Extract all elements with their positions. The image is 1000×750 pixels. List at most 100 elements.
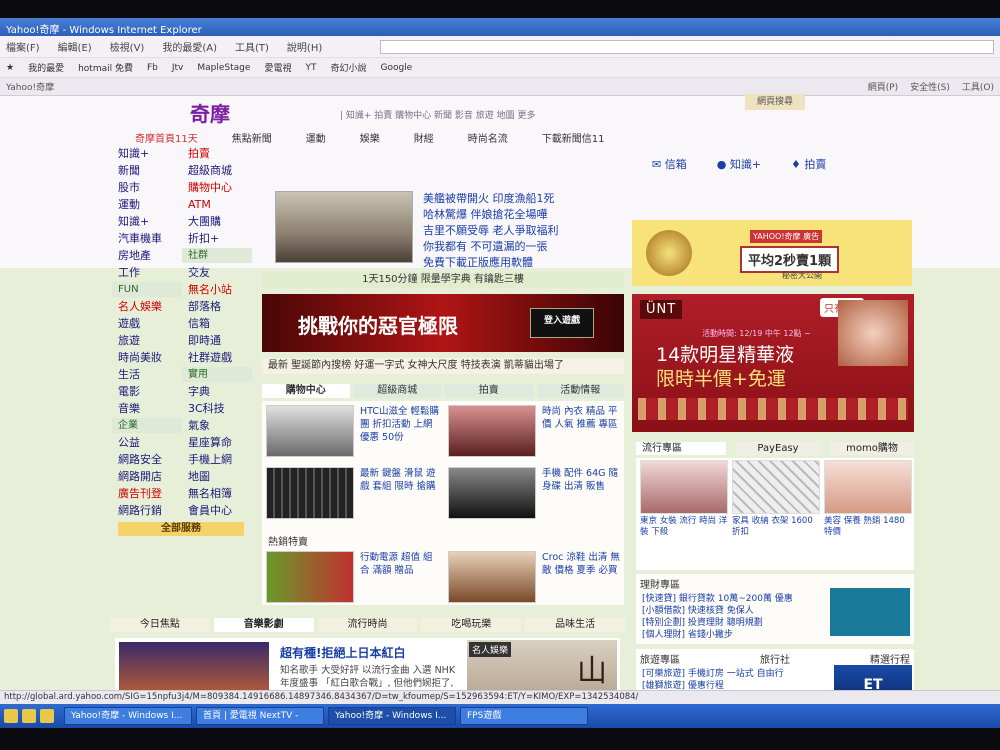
shop-item[interactable]: 最新 鍵盤 滑鼠 遊戲 套組 限時 搶購 [262,463,442,521]
nav-link[interactable]: 娛樂 [360,130,380,145]
nav-link[interactable]: 時尚名流 [468,130,508,145]
service-link[interactable]: 網路行銷 [112,503,182,518]
service-link[interactable]: 字典 [182,384,252,399]
taskbar-window[interactable]: FPS遊戲 [460,707,588,725]
promo-strip[interactable]: 1天150分鐘 限量學字典 有鑰匙三樓 [262,272,624,288]
service-link[interactable]: 網路開店 [112,469,182,484]
service-link[interactable]: ATM [182,197,252,212]
tab-music-drama[interactable]: 音樂影劇 [213,618,314,632]
fav-link[interactable]: 愛電視 [264,61,291,74]
finance-link[interactable]: [快速貸] 銀行貸款 10萬~200萬 優惠 [642,593,826,605]
service-link[interactable]: 時尚美妝 [112,350,182,365]
all-services-button[interactable]: 全部服務 [118,522,244,536]
nav-link[interactable]: 奇摩首頁11天 [135,130,198,145]
mail-link[interactable]: ✉ 信箱 [652,156,687,176]
service-link[interactable]: 旅遊 [112,333,182,348]
service-link[interactable]: 社群遊戲 [182,350,252,365]
shop-item[interactable]: 手機 配件 64G 隨身碟 出清 販售 [444,463,624,521]
shop-item[interactable]: 時尚 內衣 精品 平價 人氣 推薦 專區 [444,401,624,459]
fav-link[interactable]: hotmail 免費 [78,61,133,74]
tab-events[interactable]: 活動情報 [536,384,624,398]
menu-file[interactable]: 檔案(F) [6,39,40,54]
fashion-item[interactable]: 東京 女裝 流行 時尚 洋裝 下殺 [640,460,728,538]
news-headline[interactable]: 免費下載正版應用軟體 [423,255,559,271]
menu-view[interactable]: 檢視(V) [110,39,145,54]
finance-link[interactable]: [個人理財] 省錢小撇步 [642,629,826,641]
service-link[interactable]: 實用 [182,367,252,382]
search-links[interactable]: | 知識+ 拍賣 購物中心 新聞 影音 旅遊 地圖 更多 [340,108,535,121]
answers-link[interactable]: ● 知識+ [717,156,761,176]
service-link[interactable]: 交友 [182,265,252,280]
tab-mall[interactable]: 超級商城 [353,384,441,398]
service-link[interactable]: 部落格 [182,299,252,314]
fashion-item[interactable]: 家具 收納 衣架 1600 折扣 [732,460,820,538]
tab-shopping-center[interactable]: 購物中心 [262,384,350,398]
fav-link[interactable]: Google [380,63,412,73]
auction-link[interactable]: ♦ 拍賣 [791,156,826,176]
hot-keywords[interactable]: 最新 聖誕節內搜榜 好運一字式 女神大尺度 特技表演 凱蒂貓出場了 [262,358,624,374]
fav-link[interactable]: Fb [147,63,158,73]
fav-link[interactable]: Jtv [172,63,184,73]
game-ad-banner[interactable]: 挑戰你的惡官極限 登入遊戲 [262,294,624,352]
feature-title[interactable]: 超有種!拒絕上日本紅白 [280,644,405,661]
service-link[interactable]: 地圖 [182,469,252,484]
fav-link[interactable]: YT [305,63,316,73]
service-link[interactable]: 超級商城 [182,163,252,178]
kiwi-ad[interactable]: YAHOO!奇摩 廣告 平均2秒賣1顆 秘密大公開 [632,220,912,286]
menu-favorites[interactable]: 我的最愛(A) [162,39,217,54]
service-link[interactable]: 無名相簿 [182,486,252,501]
tools-menu[interactable]: 工具(O) [962,80,994,93]
service-link[interactable]: 即時通 [182,333,252,348]
fav-link[interactable]: MapleStage [197,63,250,73]
tab-lifestyle[interactable]: 品味生活 [525,618,625,632]
service-link[interactable]: 購物中心 [182,180,252,195]
yahoo-logo[interactable]: 奇摩 [190,98,230,127]
service-link[interactable]: 遊戲 [112,316,182,331]
browser-tab[interactable]: Yahoo!奇摩 [6,80,54,93]
service-link[interactable]: 會員中心 [182,503,252,518]
service-link[interactable]: 電影 [112,384,182,399]
news-headline[interactable]: 你我都有 不可遺漏的一張 [423,239,559,255]
service-link[interactable]: 工作 [112,265,182,280]
service-link[interactable]: 生活 [112,367,182,382]
service-link[interactable]: 網路安全 [112,452,182,467]
service-link[interactable]: 折扣+ [182,231,252,246]
news-headline[interactable]: 吉里不願受辱 老人爭取福利 [423,223,559,239]
news-headline[interactable]: 哈林驚爆 伴娘搶花全場嘩 [423,207,559,223]
service-link[interactable]: 無名小站 [182,282,252,297]
travel-featured-link[interactable]: 精選行程 [870,651,910,666]
menu-help[interactable]: 說明(H) [287,39,322,54]
nav-link[interactable]: 焦點新聞 [232,130,272,145]
shop-item[interactable]: Croc 涼鞋 出清 無敵 價格 夏季 必買 [444,547,624,605]
nav-link[interactable]: 財經 [414,130,434,145]
web-search-button[interactable]: 網頁搜尋 [745,94,805,110]
page-menu[interactable]: 網頁(P) [868,80,898,93]
service-link[interactable]: FUN [112,282,182,297]
fashion-item[interactable]: 美容 保養 熱銷 1480 特價 [824,460,912,538]
service-link[interactable]: 房地產 [112,248,182,263]
service-link[interactable]: 音樂 [112,401,182,416]
service-link[interactable]: 知識+ [112,214,182,229]
service-link[interactable]: 企業 [112,418,182,433]
fav-link[interactable]: 我的最愛 [28,61,64,74]
media-icon[interactable] [40,709,54,723]
folder-icon[interactable] [22,709,36,723]
service-link[interactable]: 公益 [112,435,182,450]
service-link[interactable]: 廣告刊登 [112,486,182,501]
service-link[interactable]: 知識+ [112,146,182,161]
finance-link[interactable]: [小額借款] 快速核貸 免保人 [642,605,826,617]
service-link[interactable]: 新聞 [112,163,182,178]
service-link[interactable]: 大團購 [182,214,252,229]
service-link[interactable]: 汽車機車 [112,231,182,246]
tab-food-fun[interactable]: 吃喝玩樂 [421,618,522,632]
news-photo[interactable] [275,191,413,263]
fav-star-icon[interactable]: ★ [6,63,14,73]
service-link[interactable]: 股市 [112,180,182,195]
taskbar-window-active[interactable]: Yahoo!奇摩 - Windows I... [328,707,456,725]
fav-link[interactable]: 奇幻小說 [330,61,366,74]
nav-link[interactable]: 運動 [306,130,326,145]
service-link[interactable]: 氣象 [182,418,252,433]
taskbar-window[interactable]: 首頁 | 愛電視 NextTV - [196,707,324,725]
safety-menu[interactable]: 安全性(S) [910,80,950,93]
shop-item[interactable]: 行動電源 超值 組合 滿額 贈品 [262,547,442,605]
